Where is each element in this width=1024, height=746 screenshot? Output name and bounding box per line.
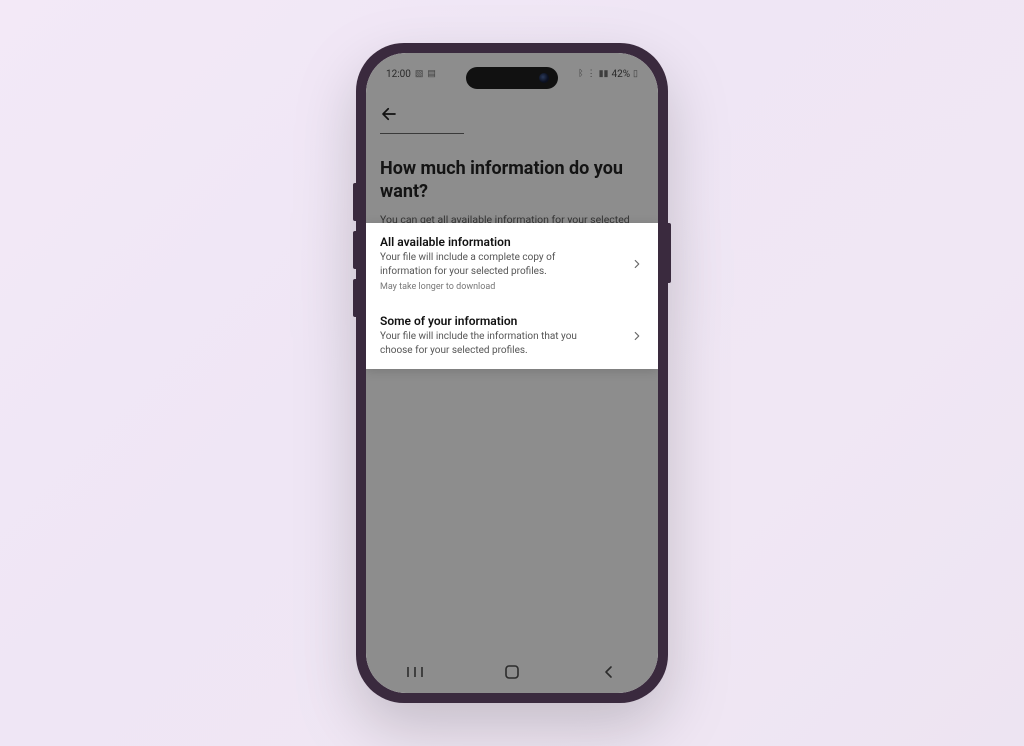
option-title: All available information — [380, 235, 622, 249]
battery-text: 42% — [611, 69, 630, 80]
option-note: May take longer to download — [380, 282, 622, 292]
status-left: 12:00 ▧ ▤ — [386, 69, 436, 80]
recent-apps-button[interactable] — [385, 665, 445, 679]
phone-screen: 12:00 ▧ ▤ ᛒ ⋮ ▮▮ 42% ▯ — [366, 53, 658, 693]
phone-mockup: 12:00 ▧ ▤ ᛒ ⋮ ▮▮ 42% ▯ — [356, 43, 668, 703]
recent-icon — [406, 665, 424, 679]
header-row — [380, 101, 644, 144]
chevron-right-icon — [630, 257, 644, 271]
chevron-right-icon — [630, 329, 644, 343]
options-list: All available information Your file will… — [366, 223, 658, 369]
android-nav-bar — [366, 651, 658, 693]
header-underline — [380, 133, 464, 134]
battery-icon: ▯ — [633, 69, 638, 79]
option-some-information[interactable]: Some of your information Your file will … — [366, 304, 658, 369]
page-title: How much information do you want? — [380, 158, 640, 203]
option-desc: Your file will include the information t… — [380, 330, 590, 357]
arrow-left-icon — [380, 105, 398, 123]
page-content: How much information do you want? You ca… — [366, 95, 658, 693]
nav-back-button[interactable] — [579, 665, 639, 679]
status-right: ᛒ ⋮ ▮▮ 42% ▯ — [578, 69, 638, 80]
phone-frame: 12:00 ▧ ▤ ᛒ ⋮ ▮▮ 42% ▯ — [356, 43, 668, 703]
back-button[interactable] — [380, 105, 400, 125]
chevron-left-icon — [602, 665, 616, 679]
option-text: Some of your information Your file will … — [380, 314, 630, 357]
home-icon — [504, 664, 520, 680]
option-title: Some of your information — [380, 314, 622, 328]
wifi-icon: ⋮ — [587, 69, 596, 79]
signal-icon: ▮▮ — [599, 69, 609, 79]
image-icon: ▧ — [415, 69, 424, 79]
option-text: All available information Your file will… — [380, 235, 630, 292]
status-time: 12:00 — [386, 69, 411, 80]
option-all-information[interactable]: All available information Your file will… — [366, 223, 658, 304]
home-button[interactable] — [482, 664, 542, 680]
option-desc: Your file will include a complete copy o… — [380, 251, 590, 278]
dynamic-island — [466, 67, 558, 89]
app-icon: ▤ — [427, 69, 436, 79]
bt-icon: ᛒ — [578, 69, 583, 79]
